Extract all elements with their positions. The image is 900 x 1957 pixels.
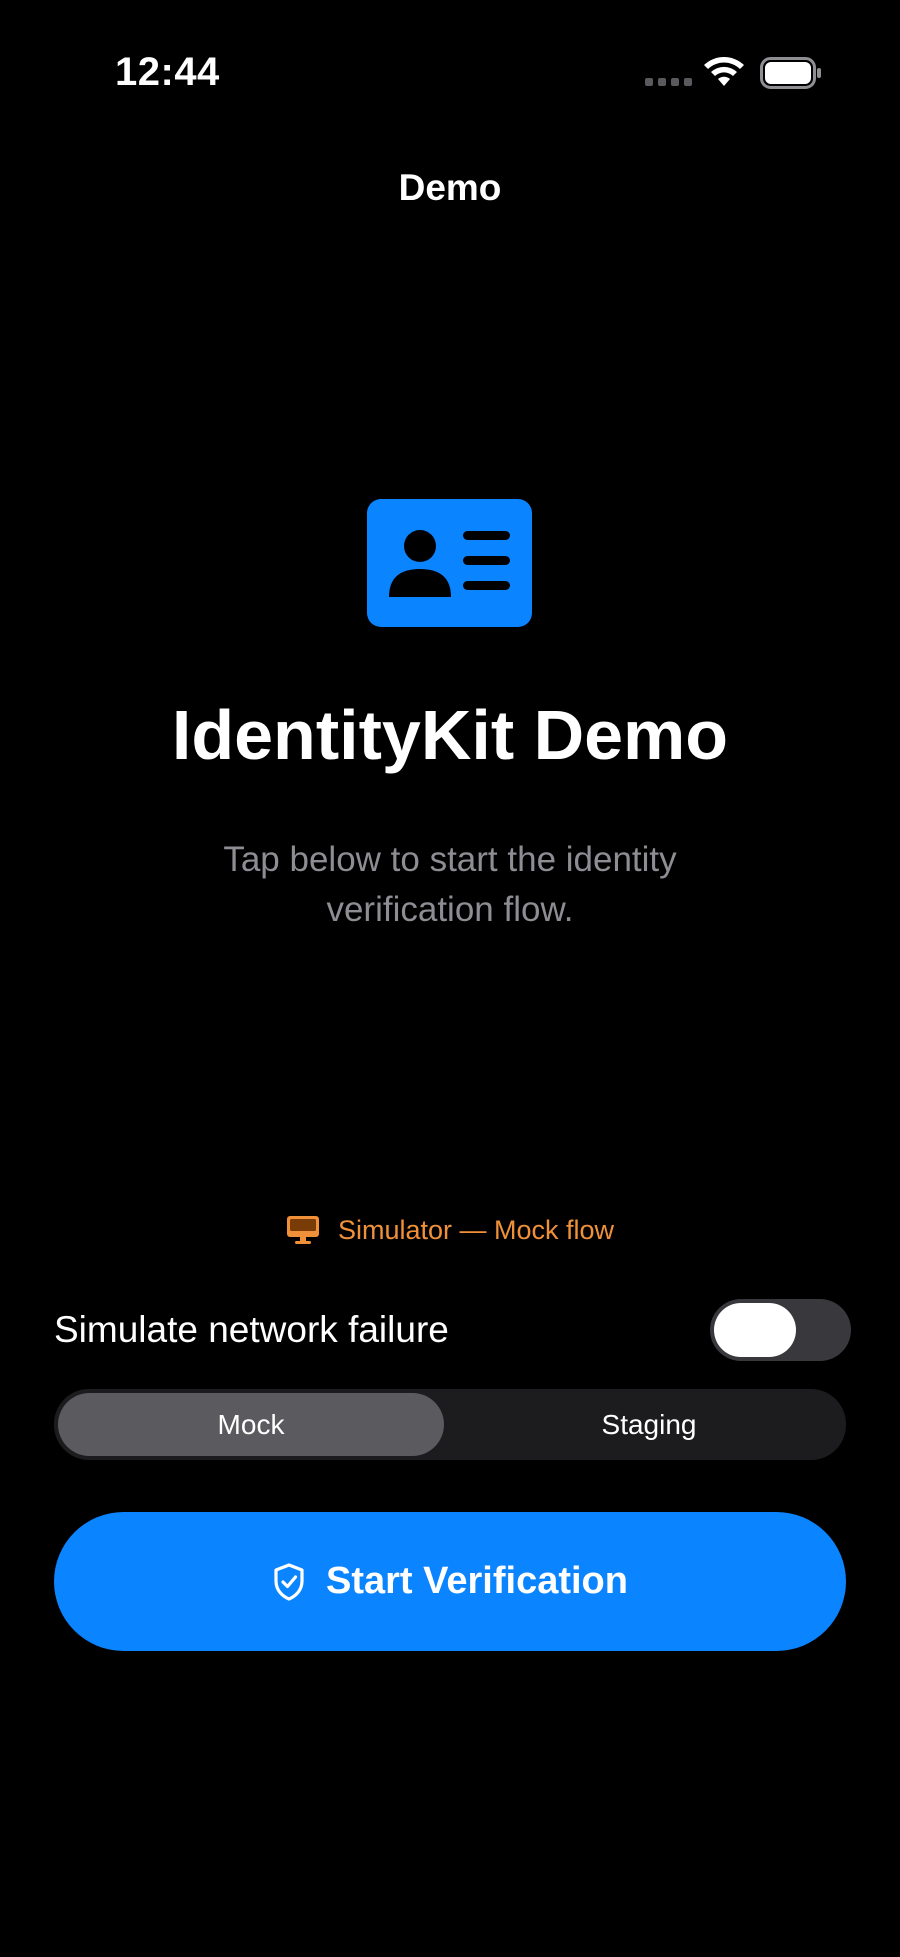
shield-check-icon (272, 1562, 306, 1602)
toggle-knob (714, 1303, 796, 1357)
desktop-computer-icon (286, 1215, 320, 1245)
mode-segmented-control: Mock Staging (54, 1389, 846, 1460)
environment-label: Simulator — Mock flow (0, 1210, 900, 1250)
battery-icon (760, 57, 822, 89)
network-failure-toggle[interactable] (710, 1299, 851, 1361)
environment-text: Simulator — Mock flow (337, 1214, 615, 1245)
status-time: 12:44 (115, 50, 220, 94)
network-failure-label: Simulate network failure (54, 1309, 449, 1350)
start-verification-label: Start Verification (326, 1560, 628, 1602)
app-title: IdentityKit Demo (171, 696, 729, 774)
segment-staging[interactable]: Staging (456, 1393, 842, 1456)
id-card-icon (367, 499, 532, 627)
cellular-signal-icon (645, 78, 692, 86)
segment-mock[interactable]: Mock (58, 1393, 444, 1456)
start-verification-button[interactable]: Start Verification (54, 1512, 846, 1651)
subtitle: Tap below to start the identity verifica… (223, 840, 677, 929)
wifi-icon (702, 56, 746, 90)
nav-title: Demo (398, 167, 502, 208)
